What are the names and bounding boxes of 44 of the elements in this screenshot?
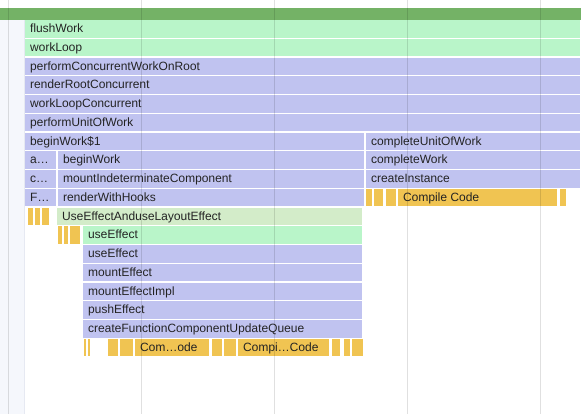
code-slice[interactable]	[332, 338, 340, 356]
code-slice[interactable]	[70, 226, 80, 244]
flame-frame[interactable]: mountEffectImpl	[83, 282, 362, 300]
flame-frame[interactable]: flushWork	[25, 20, 580, 38]
flame-frame[interactable]: renderWithHooks	[58, 188, 364, 206]
flame-frame[interactable]: createInstance	[366, 170, 580, 188]
code-slice[interactable]	[108, 338, 118, 356]
code-slice[interactable]	[58, 226, 62, 244]
flame-frame[interactable]: F…	[25, 188, 56, 206]
flame-frame[interactable]: mountEffect	[83, 264, 362, 282]
flame-frame[interactable]: c…	[25, 170, 56, 188]
flame-frame[interactable]: useEffect	[83, 245, 362, 262]
code-slice[interactable]	[352, 338, 363, 356]
flame-frame[interactable]: createFunctionComponentUpdateQueue	[83, 320, 362, 338]
flame-frame[interactable]: workLoopConcurrent	[25, 95, 580, 112]
flame-frame[interactable]: Com…ode	[135, 338, 209, 356]
code-slice[interactable]	[64, 226, 68, 244]
flame-frame[interactable]: completeWork	[366, 151, 580, 169]
task-bar[interactable]	[0, 8, 581, 20]
flame-frame[interactable]: workLoop	[25, 38, 580, 56]
code-slice[interactable]	[42, 208, 49, 225]
flame-frame[interactable]: UseEffectAnduseLayoutEffect	[57, 208, 362, 225]
flame-frame[interactable]: a…	[25, 151, 56, 169]
code-slice[interactable]	[374, 188, 383, 206]
code-slice[interactable]	[560, 188, 566, 206]
flame-frame[interactable]: useEffect	[83, 226, 362, 244]
flame-frame[interactable]: completeUnitOfWork	[366, 132, 580, 150]
flame-frame[interactable]: beginWork	[58, 151, 364, 169]
flame-frame[interactable]: performUnitOfWork	[25, 114, 580, 132]
code-slice[interactable]	[35, 208, 40, 225]
code-slice[interactable]	[386, 188, 396, 206]
flame-frame[interactable]: Compile Code	[398, 188, 557, 206]
flame-frame[interactable]: beginWork$1	[25, 132, 364, 150]
code-slice[interactable]	[212, 338, 222, 356]
flame-frame[interactable]: renderRootConcurrent	[25, 76, 580, 94]
code-slice[interactable]	[344, 338, 350, 356]
code-slice[interactable]	[120, 338, 133, 356]
flame-frame[interactable]: Compi…Code	[238, 338, 329, 356]
code-slice[interactable]	[366, 188, 372, 206]
flame-frame[interactable]: performConcurrentWorkOnRoot	[25, 58, 580, 75]
code-slice[interactable]	[224, 338, 236, 356]
flame-frame[interactable]: pushEffect	[83, 301, 362, 319]
flame-frame[interactable]: mountIndeterminateComponent	[58, 170, 364, 188]
code-slice[interactable]	[28, 208, 33, 225]
